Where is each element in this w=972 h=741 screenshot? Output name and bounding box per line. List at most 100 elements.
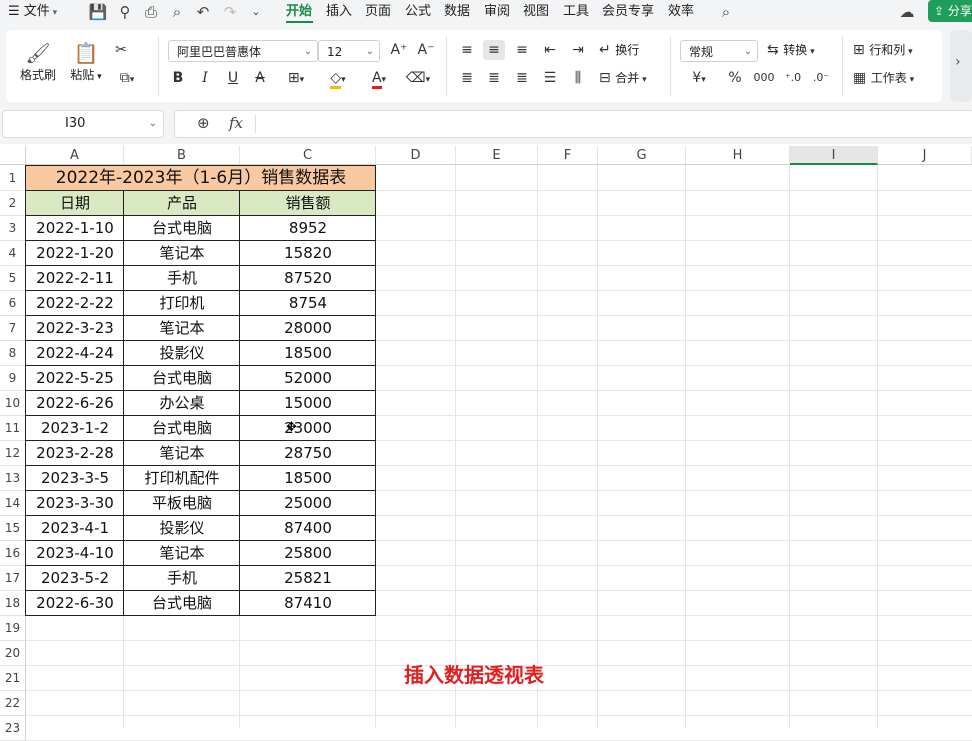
print-preview-icon[interactable]: ⌕	[167, 2, 187, 22]
row-header[interactable]: 23	[0, 716, 26, 741]
increase-indent-icon[interactable]: ⇥	[567, 40, 589, 60]
rows-columns-button[interactable]: ⊞ 行和列 ▾	[853, 40, 933, 60]
column-header[interactable]: H	[686, 146, 790, 165]
row-header[interactable]: 1	[0, 166, 26, 191]
font-name-select[interactable]: 阿里巴巴普惠体 ⌄	[168, 40, 318, 62]
increase-font-icon[interactable]: A⁺	[389, 40, 409, 60]
row-header[interactable]: 22	[0, 691, 26, 716]
align-middle-icon[interactable]: ≡	[483, 40, 505, 60]
font-color-icon[interactable]: A▾	[364, 68, 394, 89]
row-header[interactable]: 17	[0, 566, 26, 591]
table-cell[interactable]: 台式电脑	[124, 416, 240, 441]
table-cell[interactable]: 打印机	[124, 291, 240, 316]
table-cell[interactable]: 笔记本	[124, 241, 240, 266]
format-painter-button[interactable]: 🖌 格式刷	[18, 40, 58, 83]
formula-input[interactable]: ⊕ fx	[174, 110, 972, 138]
table-cell[interactable]: 8754	[240, 291, 376, 316]
row-header[interactable]: 12	[0, 441, 26, 466]
percent-icon[interactable]: %	[724, 68, 746, 88]
currency-icon[interactable]: ¥▾	[684, 68, 714, 88]
row-header[interactable]: 3	[0, 216, 26, 241]
table-cell[interactable]: 2022-6-26	[26, 391, 124, 416]
table-cell[interactable]: 2023-5-2	[26, 566, 124, 591]
fill-color-icon[interactable]: ◇▾	[323, 68, 353, 89]
column-header[interactable]: I	[790, 146, 878, 165]
more-chevron-icon[interactable]: ⌄	[246, 2, 266, 22]
row-header[interactable]: 7	[0, 316, 26, 341]
column-header[interactable]: J	[878, 146, 972, 165]
table-cell[interactable]: 2023-4-1	[26, 516, 124, 541]
table-cell[interactable]: 87410	[240, 591, 376, 616]
convert-button[interactable]: ⇆ 转换 ▾	[767, 40, 829, 60]
align-left-icon[interactable]: ≣	[456, 68, 478, 88]
table-cell[interactable]: 25821	[240, 566, 376, 591]
table-cell[interactable]: 台式电脑	[124, 591, 240, 616]
worksheet-button[interactable]: ▦ 工作表 ▾	[853, 68, 933, 88]
row-header[interactable]: 4	[0, 241, 26, 266]
row-header[interactable]: 11	[0, 416, 26, 441]
row-header[interactable]: 10	[0, 391, 26, 416]
table-cell[interactable]: 投影仪	[124, 516, 240, 541]
table-cell[interactable]: 打印机配件	[124, 466, 240, 491]
table-cell[interactable]: 8952	[240, 216, 376, 241]
row-header[interactable]: 2	[0, 191, 26, 216]
table-cell[interactable]: 台式电脑	[124, 366, 240, 391]
decrease-decimal-icon[interactable]: .0⁻	[809, 68, 833, 88]
font-size-select[interactable]: 12 ⌄	[318, 40, 380, 62]
column-header[interactable]: B	[124, 146, 240, 165]
table-cell[interactable]: 2023-4-10	[26, 541, 124, 566]
table-cell[interactable]: 笔记本	[124, 541, 240, 566]
column-header[interactable]: E	[456, 146, 538, 165]
table-cell[interactable]: 2022-1-10	[26, 216, 124, 241]
table-cell[interactable]: 87400	[240, 516, 376, 541]
table-cell[interactable]: 台式电脑	[124, 216, 240, 241]
row-header[interactable]: 16	[0, 541, 26, 566]
table-cell[interactable]: 87520	[240, 266, 376, 291]
row-header[interactable]: 9	[0, 366, 26, 391]
tab-page[interactable]: 页面	[365, 2, 391, 22]
decrease-font-icon[interactable]: A⁻	[416, 40, 436, 60]
table-cell[interactable]: 投影仪	[124, 341, 240, 366]
table-cell[interactable]: 15820	[240, 241, 376, 266]
tab-data[interactable]: 数据	[444, 2, 470, 22]
file-menu[interactable]: ☰ 文件 ▾	[8, 2, 57, 22]
table-cell[interactable]: 笔记本	[124, 316, 240, 341]
table-cell[interactable]: 52000	[240, 366, 376, 391]
row-header[interactable]: 6	[0, 291, 26, 316]
zoom-icon[interactable]: ⊕	[197, 114, 210, 132]
redo-icon[interactable]: ↷	[220, 2, 240, 22]
table-cell[interactable]: 15000	[240, 391, 376, 416]
table-cell[interactable]: 笔记本	[124, 441, 240, 466]
column-header[interactable]: F	[538, 146, 598, 165]
tab-efficiency[interactable]: 效率	[668, 2, 694, 22]
table-cell[interactable]: 2022-2-11	[26, 266, 124, 291]
row-header[interactable]: 15	[0, 516, 26, 541]
column-header[interactable]: G	[598, 146, 686, 165]
table-cell[interactable]: 2022-1-20	[26, 241, 124, 266]
table-cell[interactable]: 2022-3-23	[26, 316, 124, 341]
cloud-icon[interactable]: ☁	[897, 2, 917, 22]
table-cell[interactable]: 2022-5-25	[26, 366, 124, 391]
decrease-indent-icon[interactable]: ⇤	[539, 40, 561, 60]
print-icon[interactable]: ⎙	[141, 2, 161, 22]
align-center-icon[interactable]: ≣	[483, 68, 505, 88]
table-cell[interactable]: 25000	[240, 491, 376, 516]
table-cell[interactable]: 2023-3-5	[26, 466, 124, 491]
table-cell[interactable]: 23000	[240, 416, 376, 441]
strikethrough-icon[interactable]: A	[250, 68, 270, 88]
table-cell[interactable]: 手机	[124, 566, 240, 591]
copy-icon[interactable]: ⧉▾	[112, 68, 142, 88]
align-bottom-icon[interactable]: ≡	[511, 40, 533, 60]
search-icon[interactable]: ⌕	[716, 2, 736, 22]
name-box[interactable]: I30 ⌄	[2, 110, 164, 138]
borders-icon[interactable]: ⊞▾	[281, 68, 311, 88]
row-header[interactable]: 20	[0, 641, 26, 666]
tab-tools[interactable]: 工具	[563, 2, 589, 22]
underline-icon[interactable]: U	[223, 68, 243, 88]
table-cell[interactable]: 2022-6-30	[26, 591, 124, 616]
tab-view[interactable]: 视图	[523, 2, 549, 22]
column-header[interactable]: C	[240, 146, 376, 165]
row-header[interactable]: 21	[0, 666, 26, 691]
justify-icon[interactable]: ☰	[539, 68, 561, 88]
link-icon[interactable]: ⚲	[115, 2, 135, 22]
